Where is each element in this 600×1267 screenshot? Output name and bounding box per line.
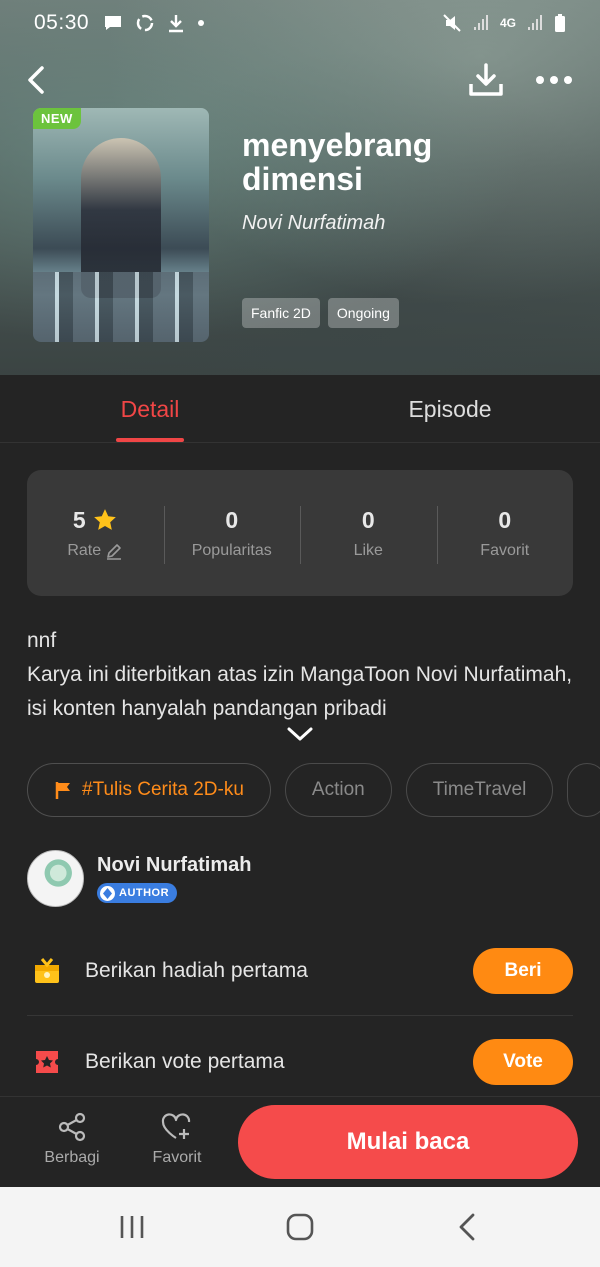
diamond-icon: [100, 885, 115, 901]
recent-apps-icon[interactable]: [112, 1209, 152, 1245]
top-bar: [0, 58, 600, 104]
expand-chevron-icon[interactable]: [284, 724, 316, 744]
rate-value: 5: [72, 506, 86, 533]
share-button[interactable]: Berbagi: [32, 1111, 112, 1167]
start-reading-button[interactable]: Mulai baca: [238, 1105, 578, 1179]
author-badge: AUTHOR: [97, 883, 178, 903]
active-tab-indicator: [116, 438, 184, 442]
author-badge-label: AUTHOR: [119, 887, 170, 899]
rate-label: Rate: [67, 541, 102, 559]
vote-button[interactable]: Vote: [473, 1039, 573, 1085]
popularity-value: 0: [225, 506, 239, 533]
ticket-icon: [27, 1042, 67, 1082]
author-row[interactable]: Novi Nurfatimah AUTHOR: [27, 850, 573, 910]
star-icon: [93, 509, 116, 530]
more-options-icon[interactable]: [532, 62, 576, 98]
favorite-value: 0: [498, 506, 512, 533]
gift-row: Berikan hadiah pertama Beri: [27, 926, 573, 1016]
download-icon[interactable]: [466, 62, 506, 98]
heart-plus-icon: [161, 1113, 191, 1139]
avatar[interactable]: [27, 850, 84, 907]
gift-text: Berikan hadiah pertama: [85, 958, 308, 982]
book-cover[interactable]: NEW: [33, 108, 209, 342]
genre-tags: Fanfic 2D Ongoing: [242, 298, 399, 328]
chip-contest[interactable]: #Tulis Cerita 2D-ku: [27, 763, 271, 817]
bottom-bar: Berbagi Favorit Mulai baca: [0, 1096, 600, 1187]
stats-card: 5 Rate 0 Popularitas 0 Like 0 Favorit: [27, 470, 573, 596]
status-time: 05:30: [34, 11, 90, 34]
status-bar: 05:30 4G: [0, 0, 600, 46]
chip-contest-label: #Tulis Cerita 2D-ku: [82, 779, 244, 800]
flag-icon: [55, 782, 70, 799]
signal-icon-2: [528, 15, 542, 30]
tab-detail[interactable]: Detail: [0, 375, 300, 443]
description-summary: nnf: [27, 629, 57, 652]
system-back-icon[interactable]: [448, 1209, 488, 1245]
tab-bar: Detail Episode: [0, 375, 600, 443]
battery-icon: [555, 14, 565, 32]
chip-partial[interactable]: [567, 763, 600, 817]
author-name: Novi Nurfatimah: [97, 854, 252, 876]
home-icon[interactable]: [280, 1209, 320, 1245]
favorite-button[interactable]: Favorit: [137, 1111, 217, 1167]
tag-chips: #Tulis Cerita 2D-ku Action TimeTravel: [27, 763, 600, 817]
share-icon: [58, 1112, 86, 1142]
share-label: Berbagi: [44, 1149, 100, 1166]
vote-row: Berikan vote pertama Vote: [27, 1017, 573, 1107]
back-icon[interactable]: [20, 62, 56, 98]
like-label: Like: [353, 541, 383, 559]
dot-icon: [198, 20, 205, 26]
new-badge: NEW: [33, 108, 81, 129]
stat-popularity: 0 Popularitas: [163, 502, 301, 564]
gift-icon: [27, 951, 67, 991]
sync-icon: [136, 14, 154, 32]
chip-timetravel[interactable]: TimeTravel: [405, 763, 554, 817]
signal-icon: [473, 15, 488, 30]
like-value: 0: [361, 506, 375, 533]
message-icon: [105, 16, 122, 30]
description-notice: Karya ini diterbitkan atas izin MangaToo…: [27, 663, 573, 720]
vote-text: Berikan vote pertama: [85, 1050, 285, 1073]
mute-icon: [443, 14, 461, 32]
genre-tag[interactable]: Fanfic 2D: [242, 298, 320, 328]
stat-rate[interactable]: 5 Rate: [27, 502, 164, 564]
book-author: Novi Nurfatimah: [242, 212, 386, 234]
tab-episode[interactable]: Episode: [300, 375, 600, 443]
favorite-label: Favorit: [152, 1149, 202, 1166]
network-type: 4G: [499, 16, 516, 30]
status-tag[interactable]: Ongoing: [327, 298, 399, 328]
system-nav-bar: [0, 1187, 600, 1267]
download-status-icon: [169, 15, 184, 33]
stat-like: 0 Like: [300, 502, 437, 564]
edit-icon[interactable]: [105, 542, 123, 560]
chip-action[interactable]: Action: [284, 763, 392, 817]
stat-favorite: 0 Favorit: [436, 502, 574, 564]
book-title: menyebrang dimensi: [242, 127, 433, 197]
popularity-label: Popularitas: [191, 541, 272, 559]
description: nnf Karya ini diterbitkan atas izin Mang…: [27, 624, 573, 726]
favorite-label: Favorit: [480, 541, 530, 559]
give-gift-button[interactable]: Beri: [473, 947, 573, 994]
